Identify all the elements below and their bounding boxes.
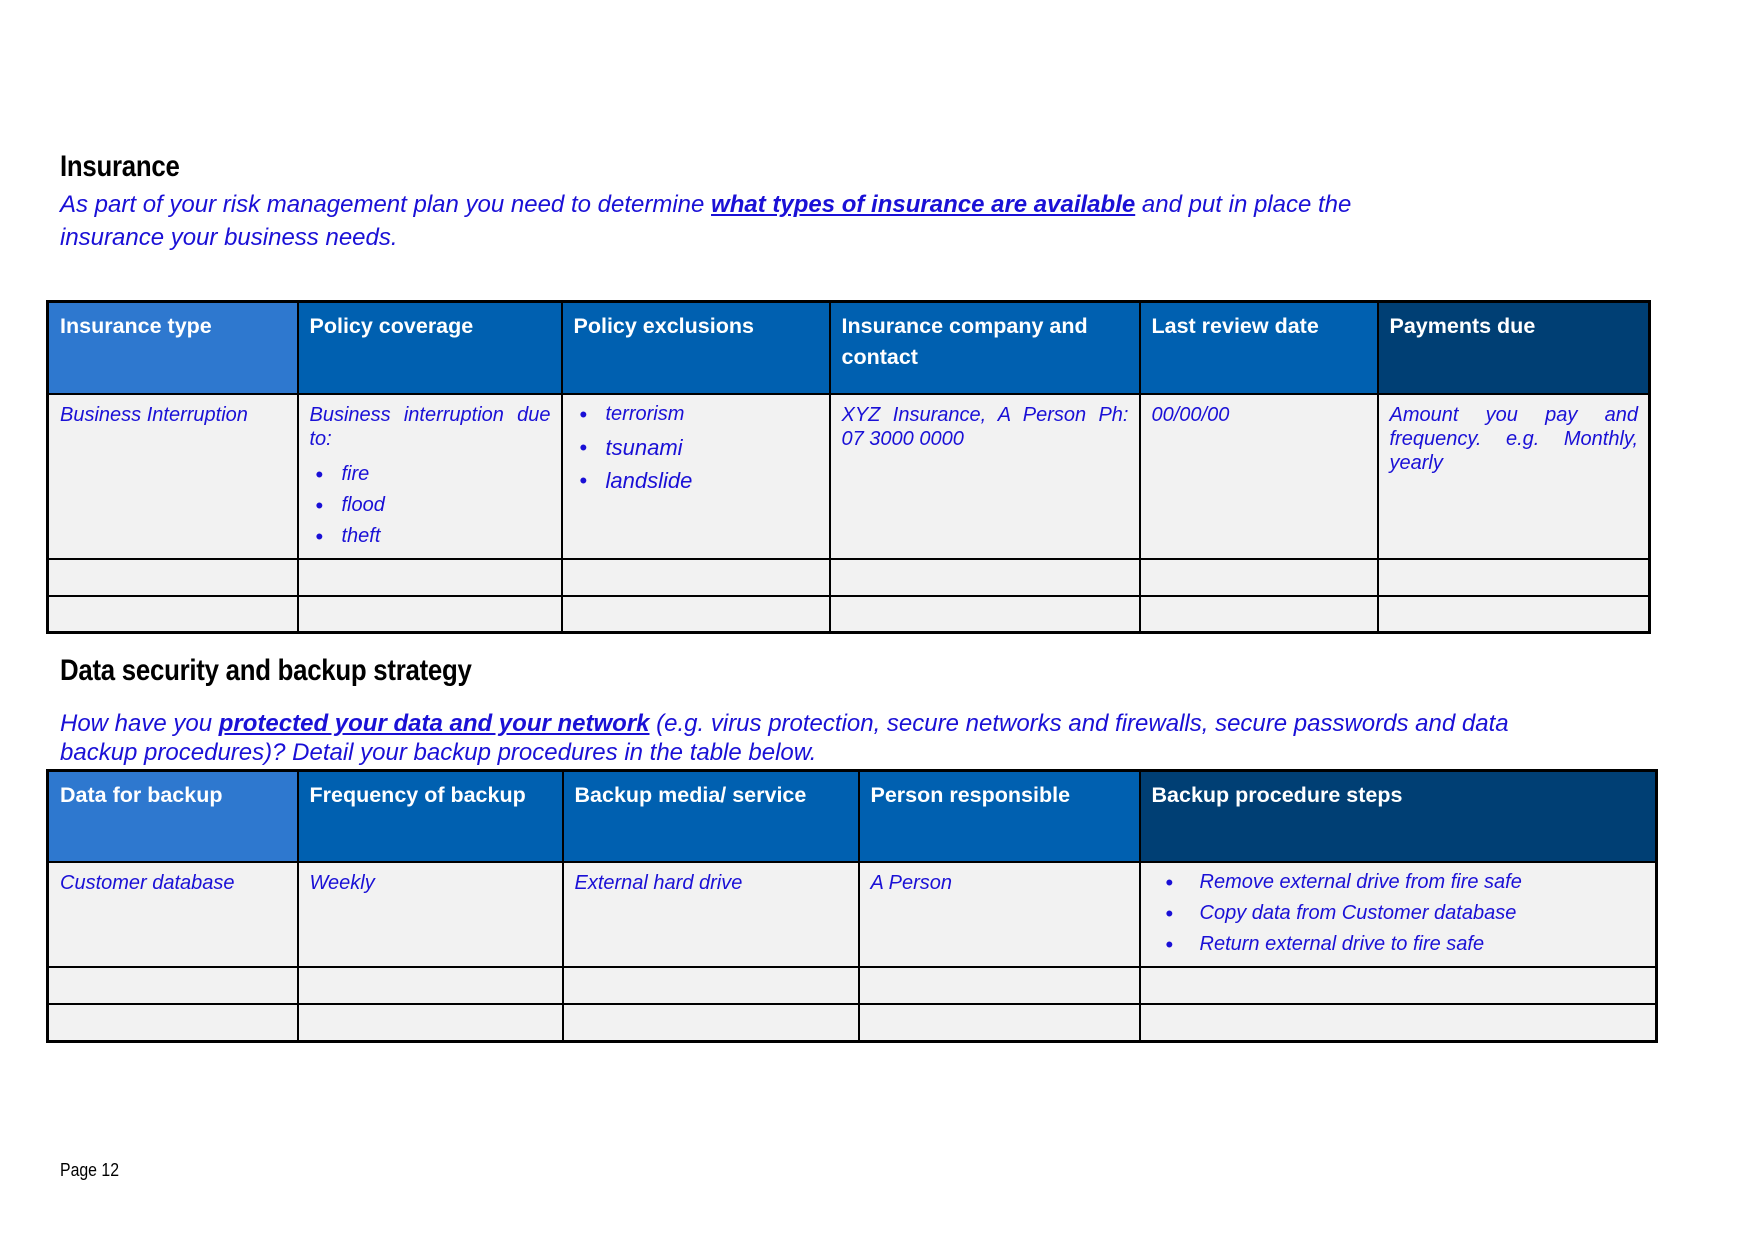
empty-cell[interactable] (296, 557, 563, 597)
header-data-for-backup: Data for backup (46, 769, 299, 863)
header-procedure-steps: Backup procedure steps (1138, 769, 1658, 863)
header-frequency: Frequency of backup (296, 769, 564, 863)
empty-cell[interactable] (1138, 965, 1658, 1005)
header-policy-exclusions: Policy exclusions (560, 300, 831, 395)
empty-cell[interactable] (1376, 594, 1651, 634)
table-row (46, 594, 1651, 634)
table-row (46, 1002, 1658, 1043)
steps-list: Remove external drive from fire safe Cop… (1152, 867, 1646, 960)
list-item: tsunami (574, 431, 819, 464)
exclusions-list: terrorism tsunami landslide (574, 398, 819, 497)
header-payments-due: Payments due (1376, 300, 1651, 395)
header-insurance-type: Insurance type (46, 300, 299, 395)
insurance-header-row: Insurance type Policy coverage Policy ex… (46, 300, 1651, 395)
empty-cell[interactable] (1138, 594, 1379, 634)
page-number: Page 12 (60, 1160, 120, 1180)
empty-cell[interactable] (46, 1002, 299, 1043)
empty-cell[interactable] (828, 594, 1141, 634)
cell-payments-due[interactable]: Amount you pay and frequency. e.g. Month… (1376, 392, 1651, 560)
list-item: theft (310, 521, 551, 552)
insurance-types-link[interactable]: what types of insurance are available (711, 191, 1135, 218)
cell-insurance-type[interactable]: Business Interruption (46, 392, 299, 560)
backup-heading: Data security and backup strategy (60, 654, 472, 687)
empty-cell[interactable] (1138, 1002, 1658, 1043)
header-policy-coverage: Policy coverage (296, 300, 563, 395)
insurance-intro-text: As part of your risk management plan you… (60, 191, 712, 218)
empty-cell[interactable] (561, 965, 860, 1005)
empty-cell[interactable] (296, 594, 563, 634)
list-item: Return external drive to fire safe (1160, 929, 1646, 960)
cell-frequency[interactable]: Weekly (296, 860, 564, 968)
cell-policy-coverage[interactable]: Business interruption due to: fire flood… (296, 392, 563, 560)
header-insurance-company: Insurance company and contact (828, 300, 1141, 395)
table-row (46, 557, 1651, 597)
cell-last-review-date[interactable]: 00/00/00 (1138, 392, 1379, 560)
header-last-review-date: Last review date (1138, 300, 1379, 395)
list-item: landslide (574, 464, 819, 497)
empty-cell[interactable] (296, 965, 564, 1005)
cell-backup-media[interactable]: External hard drive (561, 860, 860, 968)
backup-intro: How have you protected your data and you… (60, 709, 1520, 767)
header-person-responsible: Person responsible (857, 769, 1141, 863)
empty-cell[interactable] (46, 557, 299, 597)
empty-cell[interactable] (857, 1002, 1141, 1043)
empty-cell[interactable] (1376, 557, 1651, 597)
list-item: flood (310, 490, 551, 521)
coverage-list: fire flood theft (310, 459, 551, 552)
list-item: fire (310, 459, 551, 490)
coverage-intro: Business interruption due to: (309, 403, 551, 450)
cell-insurance-company[interactable]: XYZ Insurance, A Person Ph: 07 3000 0000 (828, 392, 1141, 560)
table-row: Business Interruption Business interrupt… (46, 392, 1651, 560)
empty-cell[interactable] (828, 557, 1141, 597)
empty-cell[interactable] (1138, 557, 1379, 597)
list-item: Copy data from Customer database (1160, 898, 1646, 929)
insurance-intro: As part of your risk management plan you… (60, 188, 1460, 254)
empty-cell[interactable] (296, 1002, 564, 1043)
empty-cell[interactable] (560, 557, 831, 597)
cell-procedure-steps[interactable]: Remove external drive from fire safe Cop… (1138, 860, 1658, 968)
empty-cell[interactable] (857, 965, 1141, 1005)
cell-person-responsible[interactable]: A Person (857, 860, 1141, 968)
insurance-heading: Insurance (60, 150, 180, 183)
empty-cell[interactable] (560, 594, 831, 634)
backup-intro-text: How have you (60, 710, 219, 737)
cell-policy-exclusions[interactable]: terrorism tsunami landslide (560, 392, 831, 560)
table-row (46, 965, 1658, 1005)
protect-data-link[interactable]: protected your data and your network (219, 710, 650, 737)
empty-cell[interactable] (46, 594, 299, 634)
backup-header-row: Data for backup Frequency of backup Back… (46, 769, 1658, 863)
insurance-table: Insurance type Policy coverage Policy ex… (46, 300, 1651, 634)
empty-cell[interactable] (561, 1002, 860, 1043)
header-backup-media: Backup media/ service (561, 769, 860, 863)
backup-table: Data for backup Frequency of backup Back… (46, 769, 1658, 1043)
empty-cell[interactable] (46, 965, 299, 1005)
list-item: terrorism (574, 398, 819, 431)
list-item: Remove external drive from fire safe (1160, 867, 1646, 898)
table-row: Customer database Weekly External hard d… (46, 860, 1658, 968)
cell-data-for-backup[interactable]: Customer database (46, 860, 299, 968)
